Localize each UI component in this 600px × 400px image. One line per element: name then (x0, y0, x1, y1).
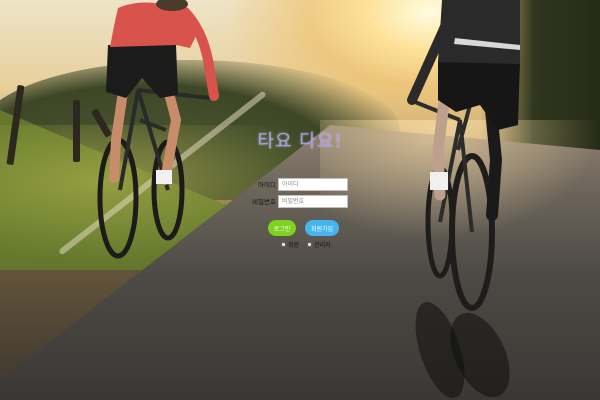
member-radio-label: 회원 (288, 242, 300, 249)
id-label: 아이디 (258, 181, 276, 189)
site-title: 타요 다요! (257, 131, 343, 152)
cyclist-right-image (400, 0, 520, 315)
password-label: 비밀번호 (252, 198, 276, 206)
member-radio[interactable] (281, 242, 286, 247)
id-input[interactable] (278, 177, 348, 191)
join-button[interactable]: 회원가입 (305, 220, 339, 236)
login-page: 타요 다요! 아이디 비밀번호 로그인 회원가입 회원 관리자 (0, 0, 600, 400)
id-row: 아이디 (240, 176, 348, 192)
cyclist-left-image (90, 0, 225, 265)
role-selector: 회원 관리자 (281, 240, 339, 249)
admin-radio[interactable] (307, 242, 313, 247)
login-button[interactable]: 로그인 (268, 220, 296, 236)
password-row: 비밀번호 (240, 193, 348, 209)
admin-radio-label: 관리자 (314, 242, 331, 249)
password-input[interactable] (278, 194, 348, 208)
fence-post (73, 100, 80, 162)
